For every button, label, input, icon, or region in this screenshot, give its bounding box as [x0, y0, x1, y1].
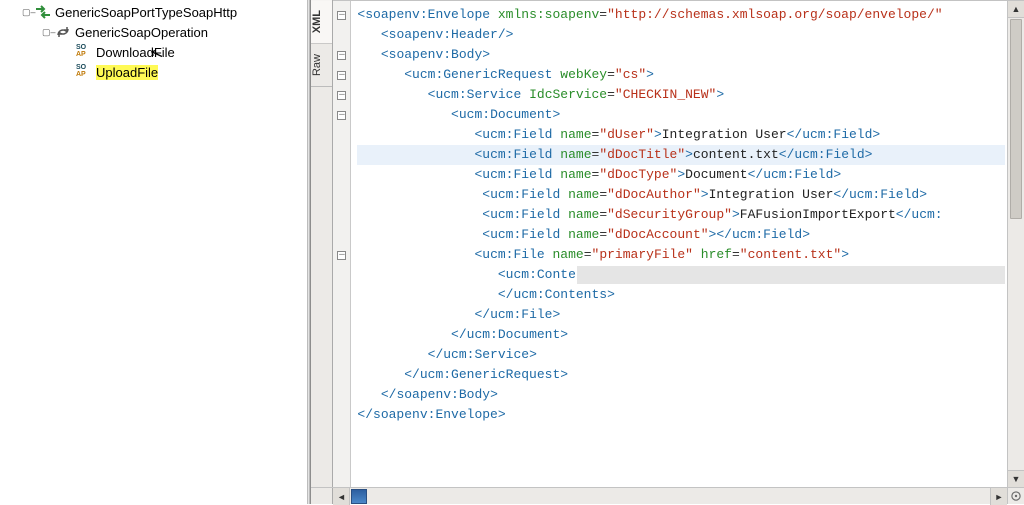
idc-service: "CHECKIN_NEW": [615, 87, 716, 102]
tree-node-porttype[interactable]: ▢– GenericSoapPortTypeSoapHttp: [0, 2, 307, 22]
side-tab-filler: [311, 488, 333, 504]
soap-icon: [76, 44, 92, 60]
tab-xml[interactable]: XML: [311, 0, 332, 44]
soap-icon: [76, 64, 92, 80]
operation-icon: [55, 24, 71, 40]
field-duser: Integration User: [662, 127, 787, 142]
scroll-thumb[interactable]: [1010, 19, 1022, 219]
ns-url: "http://schemas.xmlsoap.org/soap/envelop…: [607, 7, 942, 22]
interface-icon: [35, 4, 51, 20]
minimap-icon[interactable]: [351, 489, 367, 504]
tree-collapse-icon[interactable]: ▢–: [42, 27, 54, 38]
scroll-up-icon[interactable]: ▲: [1008, 1, 1024, 18]
scroll-down-icon[interactable]: ▼: [1008, 470, 1024, 487]
file-href: "content.txt": [740, 247, 841, 262]
request-editor: XML Raw – – – – – –: [310, 0, 1024, 504]
tab-raw[interactable]: Raw: [311, 44, 332, 87]
tree-node-operation[interactable]: ▢– GenericSoapOperation: [0, 22, 307, 42]
vertical-scrollbar[interactable]: ▲ ▼: [1007, 1, 1024, 487]
tree-label: UploadFile: [96, 65, 158, 80]
project-tree[interactable]: ▢– GenericSoapPortTypeSoapHttp ▢– Generi…: [0, 0, 307, 504]
fold-gutter[interactable]: – – – – – –: [333, 1, 351, 487]
tree-collapse-icon[interactable]: ▢–: [22, 7, 34, 18]
tree-label: GenericSoapOperation: [75, 25, 208, 40]
horizontal-scrollbar[interactable]: ◄ ►: [311, 487, 1024, 504]
field-ddoctitle: content.txt: [693, 147, 779, 162]
tree-label: GenericSoapPortTypeSoapHttp: [55, 5, 237, 20]
editor-side-tabs: XML Raw: [311, 0, 333, 487]
webkey: "cs": [615, 67, 646, 82]
field-ddocauthor: Integration User: [709, 187, 834, 202]
xml-editor[interactable]: <soapenv:Envelope xmlns:soapenv="http://…: [351, 1, 1007, 487]
scroll-left-icon[interactable]: ◄: [333, 488, 350, 505]
status-gear-icon[interactable]: [1007, 488, 1024, 504]
scroll-right-icon[interactable]: ►: [990, 488, 1007, 505]
field-ddoctype: Document: [685, 167, 747, 182]
field-dsecuritygroup: FAFusionImportExport: [740, 207, 896, 222]
